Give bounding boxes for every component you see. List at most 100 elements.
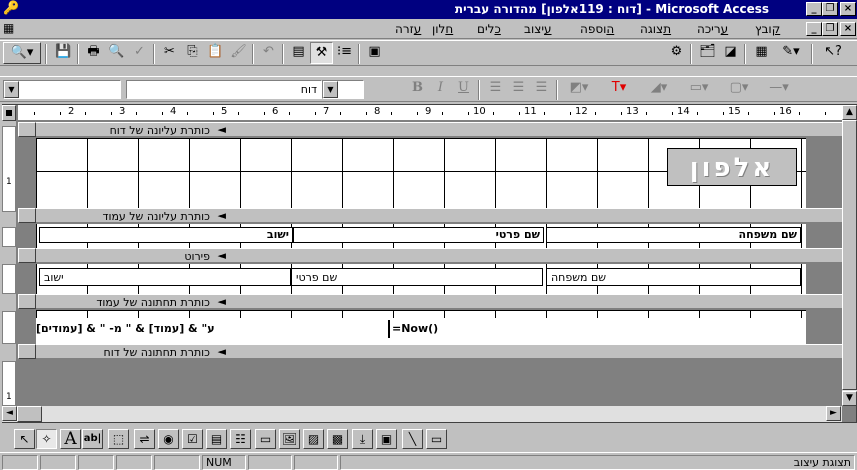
menu-file[interactable]: קובץ [755, 22, 780, 36]
chevron-down-icon[interactable]: ▼ [323, 81, 338, 98]
save-button[interactable]: 💾 [52, 42, 75, 64]
horizontal-ruler[interactable]: 2 3 4 5 6 7 8 9 10 11 12 13 14 15 16 [18, 105, 842, 121]
section-selector[interactable] [18, 294, 36, 309]
font-combo[interactable]: דוח [126, 80, 322, 99]
border-color-button[interactable]: ◢▾ [642, 78, 676, 100]
scroll-left-button[interactable]: ◄ [2, 406, 17, 421]
section-selector[interactable] [18, 344, 36, 359]
menu-help[interactable]: עזרה [395, 22, 421, 36]
command-button-tool[interactable]: ▭ [255, 429, 276, 449]
list-box-tool[interactable]: ☷ [230, 429, 251, 449]
format-painter-button[interactable]: 🖌 [227, 42, 250, 64]
back-color-button[interactable]: ◩▾ [562, 78, 596, 100]
control-wizards-tool[interactable]: ✧ [36, 429, 57, 449]
menu-tools[interactable]: כלים [477, 22, 501, 36]
rectangle-tool[interactable]: ▭ [426, 429, 447, 449]
page-footer-bar[interactable]: כותרת תחתונה של עמוד ◄ [36, 294, 842, 309]
combo-box-tool[interactable]: ▤ [206, 429, 227, 449]
bold-button[interactable]: B [406, 78, 429, 100]
city-header-label[interactable]: ישוב [39, 227, 293, 243]
menu-insert[interactable]: הוספה [580, 22, 614, 36]
menu-window[interactable]: חלון [432, 22, 453, 36]
view-button[interactable]: 🔍▾ [3, 42, 41, 64]
fore-color-button[interactable]: T▾ [602, 78, 636, 100]
print-button[interactable]: 🖶 [82, 42, 105, 64]
print-preview-button[interactable]: 🔍 [105, 42, 128, 64]
detail-bar[interactable]: פירוט ◄ [36, 248, 842, 263]
textbox-tool[interactable]: ab| [82, 429, 103, 449]
label-tool[interactable]: A [60, 429, 81, 449]
paste-button[interactable]: 📋 [204, 42, 227, 64]
section-selector[interactable] [18, 208, 36, 223]
city-textbox[interactable]: ישוב [39, 268, 291, 286]
toolbox-button[interactable]: ⚒ [310, 42, 333, 64]
align-center-button[interactable]: ☰ [507, 78, 530, 100]
last-name-header-label[interactable]: שם משפחה [546, 227, 801, 243]
first-name-textbox[interactable]: שם פרטי [291, 268, 543, 286]
build-button[interactable]: ⚙ [665, 42, 688, 64]
option-group-tool[interactable]: ⬚ [108, 429, 129, 449]
vertical-ruler[interactable]: 1 1 [2, 121, 16, 406]
help-button[interactable]: ↖? [818, 42, 848, 64]
vertical-scrollbar[interactable]: ▲ ▼ [842, 105, 857, 406]
subform-tool[interactable]: ▣ [376, 429, 397, 449]
last-name-textbox[interactable]: שם משפחה [546, 268, 801, 286]
copy-button[interactable]: ⎘ [181, 42, 204, 64]
select-objects-tool[interactable]: ↖ [14, 429, 35, 449]
bound-object-frame-tool[interactable]: ▩ [327, 429, 348, 449]
page-break-tool[interactable]: ⤓ [352, 429, 373, 449]
sorting-grouping-button[interactable]: ⁝≡ [333, 42, 356, 64]
logo-label[interactable]: אלפון [667, 148, 797, 186]
first-name-header-label[interactable]: שם פרטי [293, 227, 544, 243]
align-left-button[interactable]: ☰ [530, 78, 553, 100]
database-window-button[interactable]: 🗂 [696, 42, 719, 64]
vertical-scroll-thumb[interactable] [842, 120, 857, 390]
unbound-object-frame-tool[interactable]: ▨ [303, 429, 324, 449]
field-list-button[interactable]: ▤ [287, 42, 310, 64]
report-footer-section[interactable] [36, 360, 842, 406]
page-number-expression[interactable]: ע" & [עמוד] & " מ- " & [עמודים] [36, 322, 268, 335]
detail-section[interactable]: ישוב שם פרטי שם משפחה [36, 264, 806, 294]
doc-restore-button[interactable]: ❐ [822, 22, 838, 36]
report-doc-icon[interactable]: ▦ [3, 21, 14, 35]
menu-edit[interactable]: עריכה [697, 22, 728, 36]
horizontal-scroll-thumb[interactable] [17, 406, 42, 422]
page-footer-section[interactable]: ע" & [עמוד] & " מ- " & [עמודים] =Now() [36, 310, 806, 344]
toggle-button-tool[interactable]: ⇌ [134, 429, 155, 449]
access-key-icon[interactable]: 🔑 [3, 1, 19, 16]
restore-button[interactable]: ❐ [822, 2, 838, 16]
checkbox-tool[interactable]: ☑ [182, 429, 203, 449]
scroll-right-button[interactable]: ► [826, 406, 841, 421]
report-header-bar[interactable]: כותרת עליונה של דוח ◄ [36, 122, 842, 137]
table-button[interactable]: ▦ [750, 42, 773, 64]
code-button[interactable]: ◪ [719, 42, 742, 64]
close-button[interactable]: × [840, 2, 856, 16]
horizontal-scrollbar[interactable]: ◄ ► [2, 406, 842, 422]
now-expression[interactable]: =Now() [392, 322, 438, 335]
line-tool[interactable]: ╲ [402, 429, 423, 449]
doc-minimize-button[interactable]: _ [806, 22, 822, 36]
image-tool[interactable]: 🖼 [279, 429, 300, 449]
object-combo[interactable]: ▼ [3, 80, 121, 99]
spelling-button[interactable]: ✓ [128, 42, 151, 64]
special-effect-button[interactable]: ▢▾ [722, 78, 756, 100]
page-header-bar[interactable]: כותרת עליונה של עמוד ◄ [36, 208, 842, 223]
chevron-down-icon[interactable]: ▼ [4, 81, 19, 98]
minimize-button[interactable]: _ [806, 2, 822, 16]
scroll-down-button[interactable]: ▼ [842, 391, 857, 406]
font-size-combo[interactable]: ▼ [322, 80, 364, 99]
italic-button[interactable]: I [429, 78, 452, 100]
section-selector[interactable] [18, 122, 36, 137]
properties-button[interactable]: ▣ [363, 42, 386, 64]
border-style-button[interactable]: —▾ [762, 78, 796, 100]
line-width-button[interactable]: ▭▾ [682, 78, 716, 100]
report-selector[interactable] [2, 105, 16, 121]
option-button-tool[interactable]: ◉ [158, 429, 179, 449]
cut-button[interactable]: ✂ [158, 42, 181, 64]
scroll-up-button[interactable]: ▲ [842, 105, 857, 120]
menu-view[interactable]: תצוגה [640, 22, 671, 36]
align-right-button[interactable]: ☰ [484, 78, 507, 100]
underline-button[interactable]: U [452, 78, 475, 100]
doc-close-button[interactable]: × [840, 22, 856, 36]
report-footer-bar[interactable]: כותרת תחתונה של דוח ◄ [36, 344, 842, 359]
